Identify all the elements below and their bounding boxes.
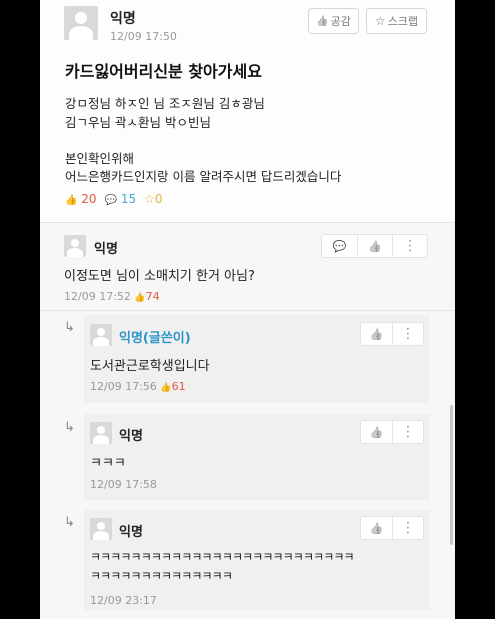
- thumb-up-icon: 👍: [134, 293, 146, 303]
- post-body-line-2: 김ㄱ우님 곽ㅅ환님 박ㅇ빈님: [65, 115, 211, 130]
- thumb-up-icon[interactable]: 👍: [361, 517, 393, 539]
- reply-time: 12/09 23:17: [90, 594, 157, 607]
- star-icon: ☆: [144, 192, 155, 206]
- post-stats: 👍 20 💬 15 ☆0: [65, 192, 163, 206]
- post-time: 12/09 17:50: [110, 30, 177, 43]
- post-author: 익명: [110, 11, 136, 27]
- reply-author: 익명(글쓴이): [119, 331, 191, 346]
- like-button-label: 공감: [330, 15, 351, 28]
- post-title: 카드잃어버리신분 찾아가세요: [65, 62, 262, 81]
- comment-meta: 12/09 17:52 👍74: [64, 290, 160, 303]
- reply-actions: 👍 ⋮: [360, 322, 424, 346]
- reply-time: 12/09 17:56: [90, 380, 157, 393]
- scrap-button[interactable]: ☆ 스크랩: [366, 8, 427, 34]
- avatar: [90, 518, 112, 540]
- comment-time: 12/09 17:52: [64, 290, 131, 303]
- scrap-button-label: 스크랩: [387, 15, 419, 28]
- comment-count: 💬 15: [104, 192, 137, 206]
- reply-author: 익명: [119, 429, 143, 444]
- thumb-up-icon: 👍: [160, 383, 172, 393]
- comment-author: 익명: [94, 242, 118, 257]
- post-body-line-1: 강ㅁ정님 하ㅈ인 님 조ㅈ원님 김ㅎ광님: [65, 96, 265, 111]
- more-options-icon[interactable]: ⋮: [393, 323, 423, 345]
- post-body-line-4: 어느은행카드인지랑 이름 알려주시면 답드리겠습니다: [65, 169, 342, 184]
- scrollbar[interactable]: [450, 405, 453, 545]
- reply-arrow-icon: ↳: [64, 420, 75, 435]
- reply-text: 도서관근로학생입니다: [90, 359, 210, 374]
- thumb-up-icon: 👍: [316, 15, 329, 27]
- star-icon: ☆: [374, 14, 386, 28]
- reply-actions: 👍 ⋮: [360, 516, 424, 540]
- scrap-count: ☆0: [144, 192, 163, 206]
- avatar: [64, 6, 98, 40]
- reply-text-line-2: ㅋㅋㅋㅋㅋㅋㅋㅋㅋㅋㅋㅋㅋㅋ: [90, 569, 233, 583]
- thumb-up-icon[interactable]: 👍: [361, 421, 393, 443]
- speech-bubble-icon: 💬: [104, 195, 118, 206]
- avatar: [64, 235, 86, 257]
- reply-text: ㅋㅋㅋ: [90, 456, 126, 471]
- reply-icon[interactable]: 💬: [322, 235, 358, 257]
- reply-arrow-icon: ↳: [64, 320, 75, 335]
- reply-text-line-1: ㅋㅋㅋㅋㅋㅋㅋㅋㅋㅋㅋㅋㅋㅋㅋㅋㅋㅋㅋㅋㅋㅋㅋㅋㅋㅋ: [90, 550, 355, 564]
- screen: 익명 12/09 17:50 👍 공감 ☆ 스크랩 카드잃어버리신분 찾아가세요…: [40, 0, 455, 619]
- thumb-up-icon[interactable]: 👍: [358, 235, 394, 257]
- comment-like-count: 👍74: [134, 290, 160, 303]
- reply-actions: 👍 ⋮: [360, 420, 424, 444]
- more-options-icon[interactable]: ⋮: [393, 517, 423, 539]
- thumb-up-icon[interactable]: 👍: [361, 323, 393, 345]
- like-button[interactable]: 👍 공감: [308, 8, 359, 34]
- post-body-line-3: 본인확인위해: [65, 151, 135, 166]
- like-count: 👍 20: [65, 192, 97, 206]
- divider: [40, 310, 455, 311]
- reply-time: 12/09 17:58: [90, 478, 157, 491]
- more-options-icon[interactable]: ⋮: [393, 421, 423, 443]
- thumb-up-icon: 👍: [65, 195, 78, 206]
- divider: [40, 222, 455, 223]
- avatar: [90, 422, 112, 444]
- avatar: [90, 324, 112, 346]
- reply-arrow-icon: ↳: [64, 515, 75, 530]
- post: 익명 12/09 17:50 👍 공감 ☆ 스크랩 카드잃어버리신분 찾아가세요…: [40, 0, 455, 222]
- more-options-icon[interactable]: ⋮: [393, 235, 427, 257]
- comment-text: 이정도면 님이 소매치기 한거 아님?: [64, 269, 255, 284]
- reply-meta: 12/09 17:56 👍61: [90, 380, 186, 393]
- comment-actions: 💬 👍 ⋮: [321, 234, 428, 258]
- reply-like-count: 👍61: [160, 380, 186, 393]
- reply-author: 익명: [119, 525, 143, 540]
